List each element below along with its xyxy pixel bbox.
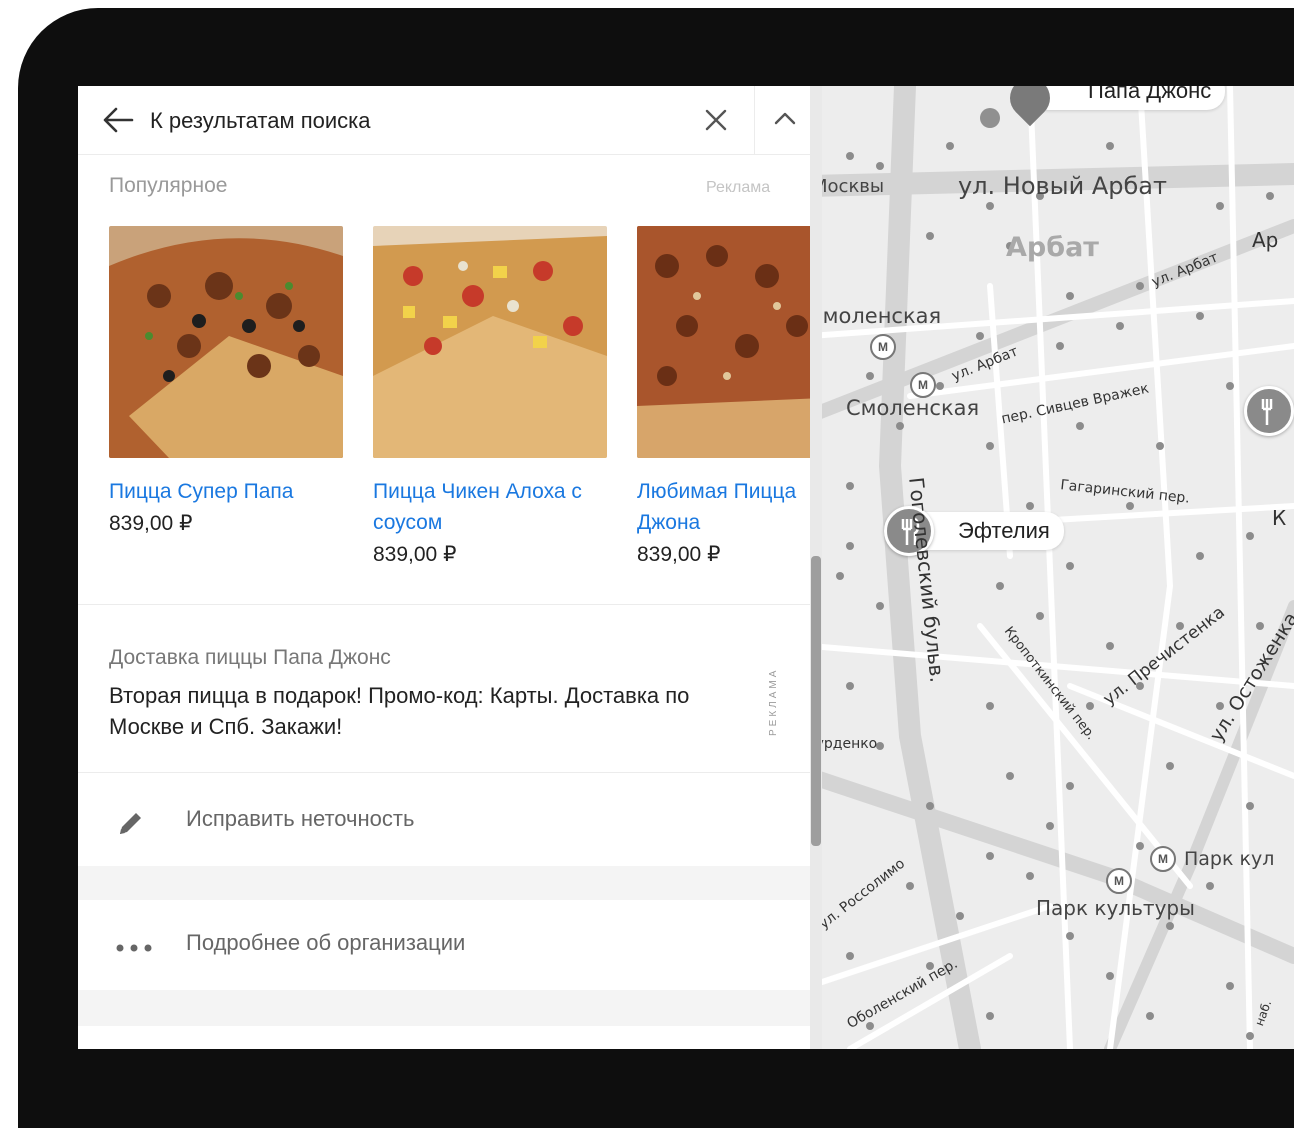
restaurant-poi-icon-2[interactable] — [1244, 386, 1294, 436]
menu-item-price: 839,00 ₽ — [373, 543, 457, 566]
metro-icon: M — [1150, 846, 1176, 872]
menu-item-price: 839,00 ₽ — [637, 543, 721, 566]
map-label-novy-arbat: ул. Новый Арбат — [958, 172, 1167, 200]
collapse-chevron-up-icon[interactable] — [774, 110, 796, 131]
panel-header: К результатам поиска — [78, 86, 810, 155]
map-view[interactable]: Папа Джонс Эфтелия M M M M ул. Новый Арб… — [806, 86, 1294, 1049]
promo-ad-label: РЕКЛАМА — [768, 667, 779, 736]
ad-label: Реклама — [706, 179, 771, 196]
panel-scrollbar-thumb[interactable] — [811, 556, 821, 846]
pizza-photo[interactable] — [637, 226, 817, 458]
map-label-moskvy: Москвы — [812, 176, 885, 197]
map-label-smolenskaya-1: Смоленская — [808, 304, 942, 328]
section-gap — [78, 866, 810, 900]
divider — [78, 772, 810, 773]
header-divider — [754, 86, 755, 154]
promo-text[interactable]: Вторая пицца в подарок! Промо-код: Карты… — [109, 680, 709, 742]
map-label-k: К — [1272, 506, 1287, 530]
menu-item-card[interactable]: Любимая Пицца Джона 839,00 ₽ — [637, 226, 817, 567]
section-gap — [78, 990, 810, 1026]
map-label-arbat: Арбат — [1006, 232, 1099, 263]
back-arrow-icon[interactable] — [102, 106, 134, 139]
popular-section-title: Популярное — [109, 174, 228, 197]
back-to-results-link[interactable]: К результатам поиска — [150, 108, 371, 134]
promo-title[interactable]: Доставка пиццы Папа Джонс — [109, 646, 391, 670]
menu-item-price: 839,00 ₽ — [109, 512, 193, 535]
menu-item-name[interactable]: Пицца Супер Папа — [109, 476, 343, 507]
metro-icon: M — [1106, 868, 1132, 894]
pizza-photo[interactable] — [373, 226, 607, 458]
menu-item-card[interactable]: Пицца Супер Папа 839,00 ₽ — [109, 226, 343, 536]
map-label-park-kul: Парк кул — [1184, 848, 1275, 870]
app-screen: Папа Джонс Эфтелия M M M M ул. Новый Арб… — [78, 86, 1294, 1049]
more-dots-icon — [116, 940, 152, 958]
next-row — [78, 1026, 810, 1049]
metro-icon: M — [910, 372, 936, 398]
map-label-ar: Ар — [1252, 228, 1279, 252]
metro-icon: M — [870, 334, 896, 360]
divider — [78, 604, 810, 605]
map-pin-label-papa-johns[interactable]: Папа Джонс — [1030, 86, 1226, 110]
map-label-park-kultury: Парк культуры — [1036, 896, 1195, 920]
pizza-photo[interactable] — [109, 226, 343, 458]
pencil-icon — [116, 808, 146, 843]
edit-inaccuracy-row[interactable]: Исправить неточность — [78, 776, 810, 866]
map-label-smolenskaya-2: Смоленская — [846, 396, 980, 420]
pin-shape — [980, 108, 1000, 128]
close-icon[interactable] — [704, 108, 728, 137]
edit-inaccuracy-label[interactable]: Исправить неточность — [186, 806, 414, 832]
organization-panel: К результатам поиска Популярное Реклама — [78, 86, 817, 1049]
organization-details-row[interactable]: Подробнее об организации — [78, 900, 810, 990]
menu-item-name[interactable]: Любимая Пицца Джона — [637, 476, 817, 538]
organization-details-label[interactable]: Подробнее об организации — [186, 930, 465, 956]
menu-item-name[interactable]: Пицца Чикен Алоха с соусом — [373, 476, 607, 538]
menu-item-card[interactable]: Пицца Чикен Алоха с соусом 839,00 ₽ — [373, 226, 607, 567]
